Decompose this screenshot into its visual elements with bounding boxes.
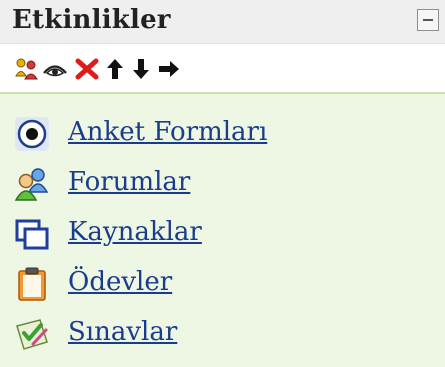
activity-link-forums[interactable]: Forumlar <box>68 167 190 197</box>
list-item: Forumlar <box>14 164 434 204</box>
choice-icon <box>14 116 50 152</box>
block-toolbar <box>0 44 445 94</box>
activity-link-quizzes[interactable]: Sınavlar <box>68 317 177 347</box>
activity-link-resources[interactable]: Kaynaklar <box>68 217 202 247</box>
quiz-icon <box>14 316 50 352</box>
move-down-icon[interactable] <box>128 56 154 82</box>
resource-icon <box>14 216 50 252</box>
move-right-icon[interactable] <box>156 56 182 82</box>
eye-icon[interactable] <box>42 56 68 82</box>
assignment-icon <box>14 266 50 302</box>
activity-link-choice[interactable]: Anket Formları <box>68 117 267 147</box>
list-item: Sınavlar <box>14 314 434 354</box>
forum-icon <box>14 166 50 202</box>
collapse-button[interactable] <box>417 9 439 31</box>
activities-list: Anket Formları Forumlar Kaynaklar Ödevle… <box>0 94 445 367</box>
list-item: Ödevler <box>14 264 434 304</box>
list-item: Kaynaklar <box>14 214 434 254</box>
move-up-icon[interactable] <box>102 56 128 82</box>
block-header: Etkinlikler <box>0 0 445 44</box>
delete-icon[interactable] <box>74 56 100 82</box>
activity-link-assignments[interactable]: Ödevler <box>68 267 172 297</box>
activities-block: Etkinlikler Anket Formları Forumlar Kayn… <box>0 0 445 367</box>
roles-icon[interactable] <box>14 56 40 82</box>
block-title: Etkinlikler <box>12 5 171 35</box>
list-item: Anket Formları <box>14 114 434 154</box>
